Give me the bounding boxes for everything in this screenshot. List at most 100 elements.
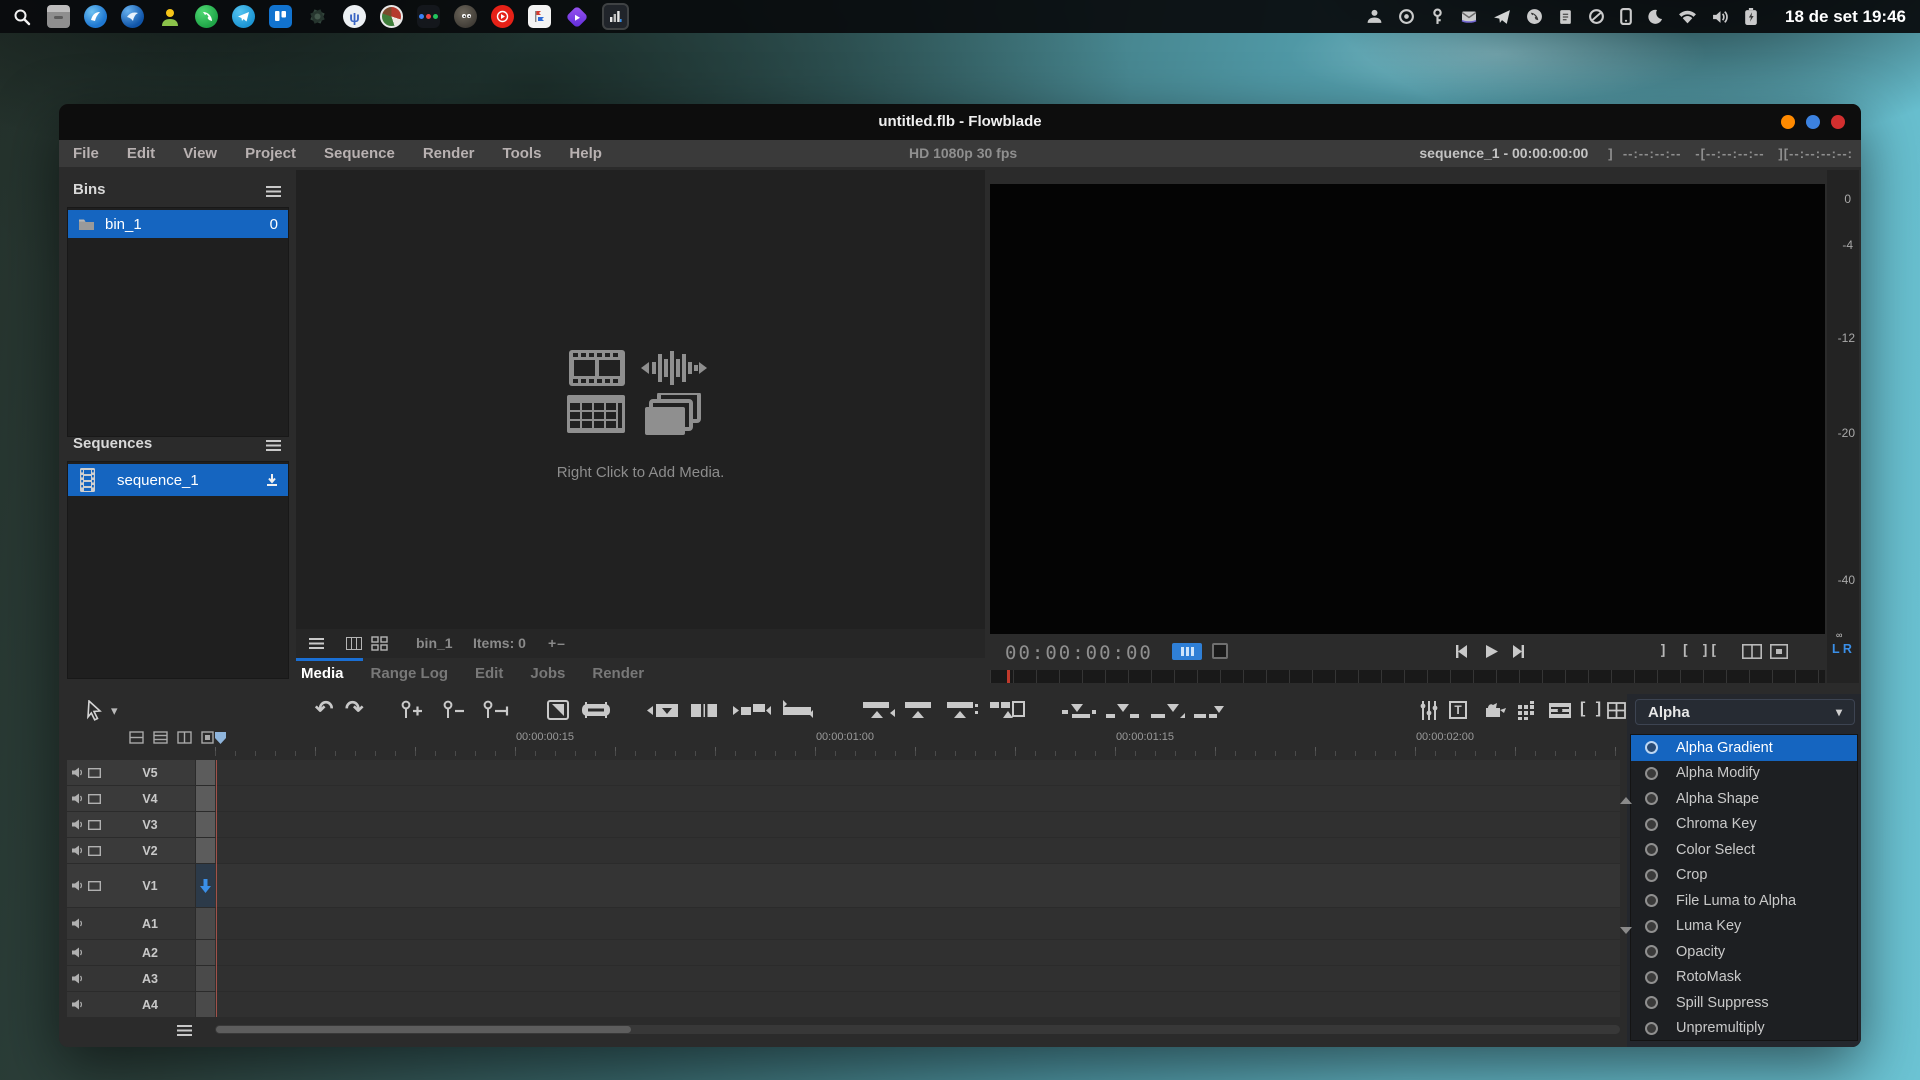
scroll-up-icon[interactable] <box>1620 797 1632 804</box>
maximize-button[interactable] <box>1806 115 1820 129</box>
tab-render[interactable]: Render <box>592 665 644 682</box>
track-active-cell-v2[interactable] <box>196 838 215 863</box>
track-active-cell-v1[interactable] <box>196 864 215 907</box>
tool-dropdown-caret-icon[interactable]: ▾ <box>111 703 118 719</box>
menu-render[interactable]: Render <box>423 145 475 162</box>
menu-tools[interactable]: Tools <box>503 145 542 162</box>
track-active-cell-a4[interactable] <box>196 992 215 1017</box>
track-lane-a1[interactable] <box>215 908 1620 939</box>
track-lane-v2[interactable] <box>215 838 1620 863</box>
sequences-menu-icon[interactable] <box>266 440 281 451</box>
redo-button[interactable]: ↷ <box>345 696 363 722</box>
filter-item[interactable]: RotoMask <box>1631 965 1857 991</box>
filter-item[interactable]: Unpremultiply <box>1631 1016 1857 1042</box>
bins-menu-icon[interactable] <box>266 186 281 197</box>
tab-jobs[interactable]: Jobs <box>530 665 565 682</box>
mute-video-icon[interactable] <box>88 794 101 804</box>
mute-audio-icon[interactable] <box>72 973 84 984</box>
track-lane-v3[interactable] <box>215 812 1620 837</box>
tab-edit[interactable]: Edit <box>475 665 503 682</box>
menu-project[interactable]: Project <box>245 145 296 162</box>
mute-video-icon[interactable] <box>88 820 101 830</box>
media-player-icon[interactable] <box>565 5 588 28</box>
two-pane-view-icon[interactable] <box>1742 644 1762 659</box>
fullscreen-icon[interactable]: [ ] <box>1580 700 1604 718</box>
picture-in-picture-icon[interactable] <box>1770 644 1788 659</box>
track-active-cell-v3[interactable] <box>196 812 215 837</box>
web-browser-icon[interactable] <box>84 5 107 28</box>
timeline-ruler[interactable]: 00:00:00:15 00:00:01:00 00:00:01:15 00:0… <box>215 730 1620 756</box>
mark-in-button[interactable]: [ <box>1681 643 1689 659</box>
track-active-cell-a3[interactable] <box>196 966 215 991</box>
track-active-cell-a2[interactable] <box>196 940 215 965</box>
clock[interactable]: 18 de set 19:46 <box>1785 7 1906 27</box>
mute-audio-icon[interactable] <box>72 845 84 856</box>
night-light-tray-icon[interactable] <box>1647 9 1663 25</box>
usage-pie-app-icon[interactable] <box>380 5 403 28</box>
filter-group-dropdown[interactable]: Alpha ▾ <box>1635 699 1855 725</box>
track-head-v3[interactable]: V3 <box>67 812 195 837</box>
monitor-position-bar[interactable] <box>990 670 1825 683</box>
filter-item[interactable]: Alpha Modify <box>1631 761 1857 787</box>
close-button[interactable] <box>1831 115 1845 129</box>
thunderbird-icon[interactable] <box>121 5 144 28</box>
remove-marker-icon[interactable] <box>441 700 467 720</box>
track-head-v5[interactable]: V5 <box>67 760 195 785</box>
next-frame-button[interactable] <box>1509 643 1526 660</box>
bin-row[interactable]: bin_1 0 <box>68 210 288 238</box>
tab-range-log[interactable]: Range Log <box>371 665 449 682</box>
undo-button[interactable]: ↶ <box>315 696 333 722</box>
track-lane-v5[interactable] <box>215 760 1620 785</box>
slide-edit-icon[interactable] <box>733 702 771 719</box>
add-marker-icon[interactable] <box>399 700 425 720</box>
range-overwrite-icon[interactable] <box>1548 702 1572 719</box>
mute-audio-icon[interactable] <box>72 819 84 830</box>
track-head-a3[interactable]: A3 <box>67 966 195 991</box>
timeline-scrollbar-thumb[interactable] <box>216 1026 631 1033</box>
dark-flower-app-icon[interactable] <box>306 5 329 28</box>
filter-item[interactable]: Alpha Shape <box>1631 786 1857 812</box>
user-tray-icon[interactable] <box>1366 8 1383 25</box>
timeline-menu-icon[interactable] <box>177 1025 192 1036</box>
titlebar[interactable]: untitled.flb - Flowblade <box>59 104 1861 140</box>
replace-edit-icon[interactable] <box>989 700 1025 720</box>
trim-edit-icon[interactable] <box>779 700 815 719</box>
sequence-row[interactable]: sequence_1 <box>68 464 288 496</box>
load-sequence-icon[interactable] <box>265 473 279 487</box>
track-head-a1[interactable]: A1 <box>67 908 195 939</box>
document-tray-icon[interactable] <box>1558 9 1573 25</box>
storage-tray-icon[interactable] <box>1398 8 1415 25</box>
compositing-icon[interactable] <box>1483 702 1507 719</box>
overwrite-range-icon[interactable] <box>1062 702 1096 720</box>
mute-video-icon[interactable] <box>88 846 101 856</box>
volume-tray-icon[interactable] <box>1712 9 1729 25</box>
archive-manager-icon[interactable] <box>47 5 70 28</box>
filters-grid-icon[interactable] <box>1517 700 1536 720</box>
track-head-a4[interactable]: A4 <box>67 992 195 1017</box>
overwrite-from-monitor-icon[interactable] <box>945 700 979 720</box>
filter-item[interactable]: Opacity <box>1631 939 1857 965</box>
media-menu-icon[interactable] <box>309 638 324 649</box>
timeline-view-toggle[interactable] <box>1172 643 1202 660</box>
blank-clip-icon[interactable] <box>1194 702 1228 720</box>
razor-tool-icon[interactable] <box>581 702 611 718</box>
minimize-button[interactable] <box>1781 115 1795 129</box>
telegram-tray-icon[interactable] <box>1493 9 1511 25</box>
whatsapp-tray-icon[interactable] <box>1526 8 1543 25</box>
filter-item[interactable]: Chroma Key <box>1631 812 1857 838</box>
menu-file[interactable]: File <box>73 145 99 162</box>
mute-audio-icon[interactable] <box>72 880 84 891</box>
sequences-list[interactable]: sequence_1 <box>67 461 289 679</box>
tab-media[interactable]: Media <box>301 665 344 682</box>
gimp-icon[interactable] <box>454 5 477 28</box>
battery-tray-icon[interactable] <box>1744 8 1758 26</box>
filter-item[interactable]: Alpha Gradient <box>1631 735 1857 761</box>
track-head-v4[interactable]: V4 <box>67 786 195 811</box>
filter-item[interactable]: Luma Key <box>1631 914 1857 940</box>
insert-from-monitor-icon[interactable] <box>903 700 933 720</box>
shrink-tracks-icon[interactable] <box>129 731 144 744</box>
add-remove-media-buttons[interactable]: +– <box>548 635 566 651</box>
filter-item[interactable]: Crop <box>1631 863 1857 889</box>
media-browser[interactable]: Right Click to Add Media. <box>296 170 985 629</box>
timeline-scrollbar[interactable] <box>215 1025 1620 1034</box>
